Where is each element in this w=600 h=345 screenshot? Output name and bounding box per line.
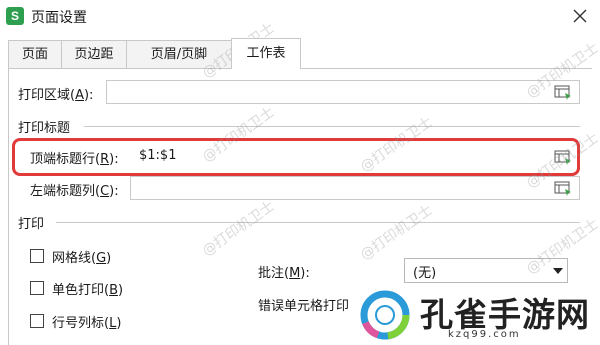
logo-url: kzq99.com (448, 329, 521, 340)
gridlines-option[interactable]: 网格线(G) (30, 247, 140, 267)
error-cells-label: 错误单元格打印 (258, 299, 350, 314)
mono-print-checkbox[interactable] (30, 281, 44, 295)
print-area-label-suffix: ): (83, 88, 94, 103)
close-icon (573, 9, 587, 23)
left-cols-input[interactable] (130, 176, 580, 200)
print-area-input[interactable] (106, 80, 580, 104)
comments-label: 批注(M): (258, 262, 310, 281)
comments-accesskey: M (289, 266, 301, 281)
row-col-headings-checkbox[interactable] (30, 314, 44, 328)
tab-margins[interactable]: 页边距 (61, 40, 127, 68)
print-titles-section-label: 打印标题 (18, 121, 71, 136)
tab-header-footer[interactable]: 页眉/页脚 (126, 40, 232, 68)
dialog-title: 页面设置 (31, 10, 87, 26)
peacock-logo-icon (360, 290, 410, 340)
top-rows-label: 顶端标题行(R): (30, 148, 119, 167)
top-rows-label-suffix: ): (109, 152, 119, 167)
site-logo-overlay: 孔雀手游网 kzq99.com (352, 284, 600, 345)
watermark: @打印机卫士 (199, 198, 278, 260)
range-picker-icon (554, 85, 571, 100)
watermark: @打印机卫士 (357, 202, 436, 264)
range-picker-icon (554, 181, 571, 196)
dropdown-arrow-icon (553, 268, 563, 274)
tab-panel-border-left (8, 68, 9, 345)
tab-page[interactable]: 页面 (8, 40, 62, 68)
print-divider (56, 222, 580, 223)
tab-sheet[interactable]: 工作表 (231, 38, 301, 69)
row-col-headings-label-suffix: ) (116, 316, 122, 331)
gridlines-label: 网格线(G) (52, 247, 111, 266)
row-col-headings-label-prefix: 行号列标( (52, 316, 110, 331)
mono-print-label-suffix: ) (118, 283, 124, 298)
close-button[interactable] (566, 4, 594, 28)
print-area-range-picker-button[interactable] (552, 81, 574, 103)
comments-selected-value: (无) (413, 266, 437, 281)
mono-print-label: 单色打印(B) (52, 279, 123, 298)
comments-dropdown[interactable]: (无) (404, 258, 568, 283)
print-area-label: 打印区域(A): (18, 84, 93, 103)
print-area-label-prefix: 打印区域( (18, 88, 76, 103)
left-cols-label: 左端标题列(C): (30, 180, 119, 199)
title-bar: S 页面设置 (0, 0, 600, 32)
gridlines-checkbox[interactable] (30, 249, 44, 263)
print-section-label: 打印 (18, 217, 45, 232)
top-rows-accesskey: R (100, 152, 110, 167)
range-picker-icon (554, 150, 571, 165)
left-cols-label-prefix: 左端标题列( (30, 184, 101, 199)
top-rows-value: $1:$1 (139, 148, 177, 163)
left-cols-label-suffix: ): (109, 184, 119, 199)
wps-spreadsheet-icon: S (6, 7, 24, 25)
left-cols-range-picker-button[interactable] (552, 177, 574, 199)
print-area-accesskey: A (75, 88, 84, 103)
comments-label-suffix: ): (300, 266, 310, 281)
gridlines-label-suffix: ) (106, 251, 112, 266)
top-rows-range-picker-button[interactable] (552, 146, 574, 168)
row-col-headings-label: 行号列标(L) (52, 312, 121, 331)
row-col-headings-option[interactable]: 行号列标(L) (30, 312, 160, 332)
top-rows-label-prefix: 顶端标题行( (30, 152, 101, 167)
gridlines-accesskey: G (96, 251, 107, 266)
comments-label-prefix: 批注( (258, 266, 290, 281)
gridlines-label-prefix: 网格线( (52, 251, 97, 266)
mono-print-accesskey: B (109, 283, 118, 298)
top-rows-input[interactable]: $1:$1 (130, 144, 574, 168)
print-titles-divider (84, 126, 580, 127)
mono-print-label-prefix: 单色打印( (52, 283, 110, 298)
left-cols-accesskey: C (100, 184, 110, 199)
mono-print-option[interactable]: 单色打印(B) (30, 279, 160, 299)
